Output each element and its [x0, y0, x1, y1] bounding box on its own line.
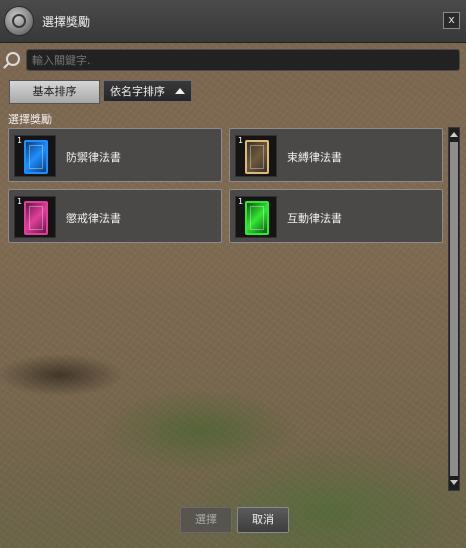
section-label: 選擇獎勵 — [8, 113, 52, 126]
item-count: 1 — [17, 197, 23, 206]
reward-name: 束縛律法書 — [287, 151, 342, 164]
sort-ascending-icon — [175, 88, 185, 94]
item-count: 1 — [238, 136, 244, 145]
reward-name: 懲戒律法書 — [66, 212, 121, 225]
reward-item-binding-book[interactable]: 1 束縛律法書 — [229, 128, 443, 182]
item-count: 1 — [17, 136, 23, 145]
select-button[interactable]: 選擇 — [180, 507, 232, 533]
search-input[interactable] — [26, 49, 460, 71]
book-icon: 1 — [14, 196, 56, 238]
title-bar: 選擇獎勵 x — [0, 0, 466, 43]
book-icon: 1 — [14, 135, 56, 177]
cancel-button[interactable]: 取消 — [237, 507, 289, 533]
item-count: 1 — [238, 197, 244, 206]
sort-basic-button[interactable]: 基本排序 — [9, 80, 100, 104]
reward-item-defense-book[interactable]: 1 防禦律法書 — [8, 128, 222, 182]
search-bar — [4, 49, 462, 73]
app-emblem-icon — [4, 6, 34, 36]
reward-item-interaction-book[interactable]: 1 互動律法書 — [229, 189, 443, 243]
sort-by-name-label: 依名字排序 — [110, 85, 165, 98]
search-icon — [6, 52, 20, 66]
book-icon: 1 — [235, 135, 277, 177]
scroll-up-arrow-icon[interactable] — [450, 131, 458, 139]
reward-list-scrollbar[interactable] — [448, 127, 460, 491]
reward-item-punishment-book[interactable]: 1 懲戒律法書 — [8, 189, 222, 243]
window-title: 選擇獎勵 — [42, 15, 91, 29]
close-button[interactable]: x — [443, 12, 460, 29]
sort-by-name-button[interactable]: 依名字排序 — [103, 80, 192, 102]
book-icon: 1 — [235, 196, 277, 238]
scroll-down-arrow-icon[interactable] — [450, 479, 458, 487]
reward-name: 互動律法書 — [287, 212, 342, 225]
scroll-thumb[interactable] — [450, 142, 458, 476]
reward-name: 防禦律法書 — [66, 151, 121, 164]
